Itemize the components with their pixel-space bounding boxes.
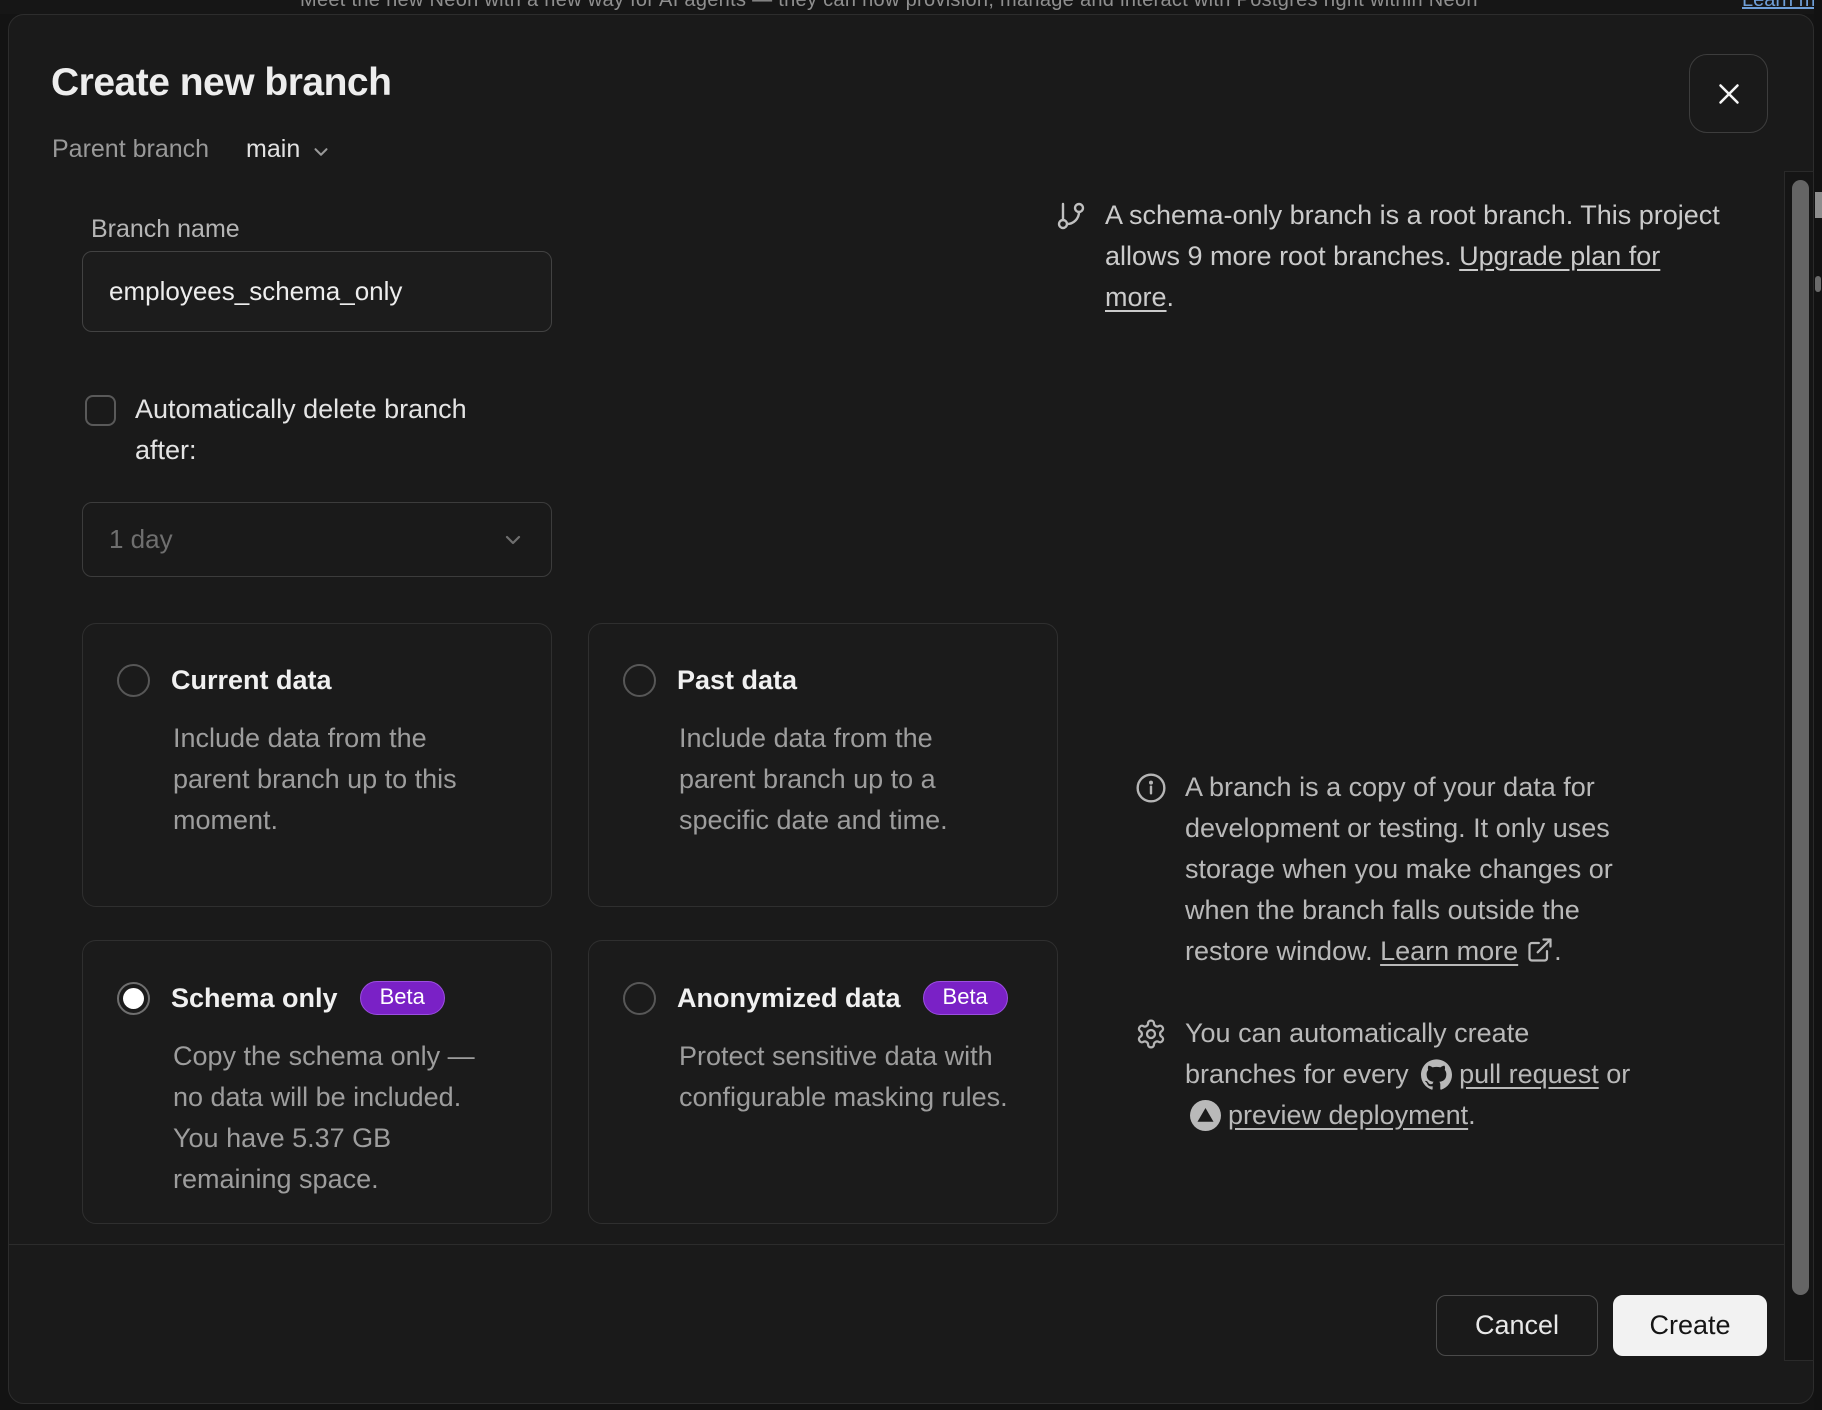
option-description: Copy the schema only — no data will be i… bbox=[173, 1036, 503, 1200]
learn-more-link[interactable]: Learn more bbox=[1380, 936, 1518, 966]
create-button[interactable]: Create bbox=[1613, 1295, 1767, 1356]
background-page-sliver bbox=[1814, 0, 1822, 1410]
option-description: Protect sensitive data with configurable… bbox=[679, 1036, 1009, 1118]
parent-branch-label: Parent branch bbox=[52, 135, 209, 164]
banner-text: Meet the new Neon with a new way for AI … bbox=[300, 0, 1478, 12]
close-button[interactable] bbox=[1689, 54, 1768, 133]
radio-current-data[interactable] bbox=[117, 664, 150, 697]
vercel-icon bbox=[1190, 1100, 1221, 1131]
dialog-title: Create new branch bbox=[51, 61, 391, 105]
option-title: Schema only bbox=[171, 983, 338, 1014]
scrollbar-thumb[interactable] bbox=[1792, 180, 1809, 1295]
radio-past-data[interactable] bbox=[623, 664, 656, 697]
cancel-button[interactable]: Cancel bbox=[1436, 1295, 1598, 1356]
option-card-past-data[interactable]: Past data Include data from the parent b… bbox=[588, 623, 1058, 907]
option-card-current-data[interactable]: Current data Include data from the paren… bbox=[82, 623, 552, 907]
automation-note: You can automatically create branches fo… bbox=[1135, 1013, 1645, 1136]
external-link-icon bbox=[1526, 936, 1554, 964]
note-text-part: . bbox=[1167, 282, 1175, 312]
preview-deployment-link[interactable]: preview deployment bbox=[1228, 1100, 1468, 1130]
auto-delete-checkbox[interactable] bbox=[85, 395, 116, 426]
ttl-selected-value: 1 day bbox=[109, 524, 501, 555]
close-icon bbox=[1712, 77, 1746, 111]
footer-divider bbox=[9, 1244, 1813, 1245]
data-option-cards: Current data Include data from the paren… bbox=[82, 623, 1058, 1224]
scrollbar-track[interactable] bbox=[1784, 171, 1814, 1361]
ttl-select[interactable]: 1 day bbox=[82, 502, 552, 577]
branch-info-note: A branch is a copy of your data for deve… bbox=[1135, 767, 1663, 972]
branch-name-input[interactable] bbox=[82, 251, 552, 332]
note-text-part: . bbox=[1554, 936, 1562, 966]
github-icon bbox=[1421, 1059, 1452, 1090]
note-text-part: or bbox=[1599, 1059, 1631, 1089]
git-branch-icon bbox=[1055, 200, 1087, 232]
info-icon bbox=[1135, 772, 1167, 804]
auto-delete-label[interactable]: Automatically delete branch after: bbox=[135, 389, 535, 471]
beta-badge: Beta bbox=[923, 981, 1008, 1015]
radio-schema-only[interactable] bbox=[117, 982, 150, 1015]
create-branch-dialog: Create new branch Parent branch main Bra… bbox=[8, 14, 1814, 1404]
radio-anonymized-data[interactable] bbox=[623, 982, 656, 1015]
beta-badge: Beta bbox=[360, 981, 445, 1015]
banner-learn-more-link[interactable]: Learn more bbox=[1742, 0, 1822, 12]
chevron-down-icon bbox=[501, 528, 525, 552]
option-title: Anonymized data bbox=[677, 983, 901, 1014]
background-fragment bbox=[1815, 276, 1821, 292]
parent-branch-value: main bbox=[246, 135, 300, 164]
root-branch-note: A schema-only branch is a root branch. T… bbox=[1055, 195, 1720, 318]
root-branch-note-text: A schema-only branch is a root branch. T… bbox=[1105, 195, 1720, 318]
chevron-down-icon bbox=[310, 141, 332, 163]
option-card-schema-only[interactable]: Schema only Beta Copy the schema only — … bbox=[82, 940, 552, 1224]
background-banner: Meet the new Neon with a new way for AI … bbox=[0, 0, 1822, 14]
pull-request-link[interactable]: pull request bbox=[1459, 1059, 1599, 1089]
branch-info-note-text: A branch is a copy of your data for deve… bbox=[1185, 767, 1663, 972]
option-title: Past data bbox=[677, 665, 797, 696]
background-fragment bbox=[1815, 192, 1822, 218]
branch-name-label: Branch name bbox=[91, 215, 240, 244]
option-card-anonymized-data[interactable]: Anonymized data Beta Protect sensitive d… bbox=[588, 940, 1058, 1224]
note-text-part: . bbox=[1468, 1100, 1476, 1130]
screen: Meet the new Neon with a new way for AI … bbox=[0, 0, 1822, 1410]
parent-branch-selector[interactable]: Parent branch main bbox=[52, 135, 332, 164]
option-description: Include data from the parent branch up t… bbox=[173, 718, 503, 841]
option-title: Current data bbox=[171, 665, 332, 696]
auto-delete-row: Automatically delete branch after: bbox=[85, 389, 535, 471]
automation-note-text: You can automatically create branches fo… bbox=[1185, 1013, 1645, 1136]
option-description: Include data from the parent branch up t… bbox=[679, 718, 1009, 841]
gear-icon bbox=[1135, 1018, 1167, 1050]
